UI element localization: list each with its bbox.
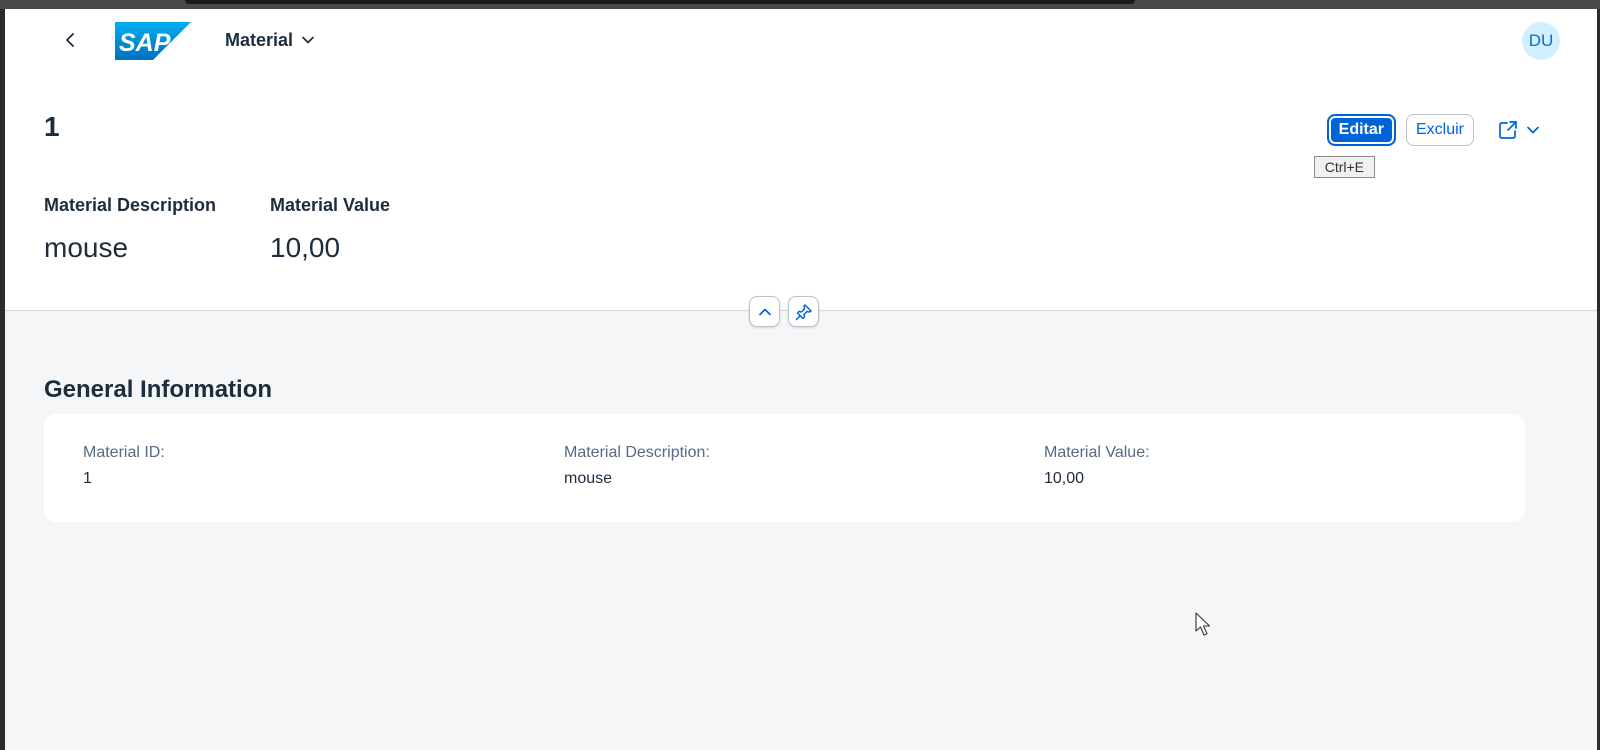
field-label: Material ID: bbox=[83, 444, 165, 461]
kpi-material-value: Material Value 10,00 bbox=[270, 195, 390, 264]
chevron-down-icon bbox=[1527, 126, 1539, 134]
share-menu-button[interactable] bbox=[1492, 114, 1546, 146]
kpi-value: 10,00 bbox=[270, 232, 341, 263]
app-window: SAP Material DU 1 Editar Excluir Ctrl+E … bbox=[5, 9, 1600, 750]
header-actions: Editar Excluir bbox=[1326, 113, 1546, 147]
back-button[interactable] bbox=[55, 24, 87, 56]
kpi-label: Material Value bbox=[270, 195, 391, 215]
general-information-card: Material ID: 1 Material Description: mou… bbox=[44, 414, 1525, 522]
field-material-id: Material ID: 1 bbox=[83, 444, 165, 488]
chevron-left-icon bbox=[66, 33, 74, 47]
edit-button-label: Editar bbox=[1338, 121, 1384, 138]
collapse-header-button[interactable] bbox=[749, 296, 780, 327]
browser-tab-bar bbox=[185, 0, 1135, 4]
kpi-material-description: Material Description mouse bbox=[44, 195, 216, 264]
kpi-value: mouse bbox=[44, 232, 129, 263]
delete-button[interactable]: Excluir bbox=[1405, 114, 1474, 146]
app-title: Material bbox=[225, 29, 294, 50]
field-label: Material Value: bbox=[1044, 444, 1150, 461]
header-toggle-buttons bbox=[749, 296, 819, 327]
field-value: mouse bbox=[564, 470, 613, 487]
browser-top-strip bbox=[0, 0, 1600, 9]
chevron-up-icon bbox=[758, 308, 771, 315]
edit-shortcut-tooltip: Ctrl+E bbox=[1313, 156, 1375, 178]
pin-icon bbox=[795, 303, 812, 320]
field-value: 10,00 bbox=[1044, 470, 1085, 487]
pin-header-button[interactable] bbox=[788, 296, 819, 327]
edit-button[interactable]: Editar bbox=[1326, 114, 1396, 146]
object-header: 1 Editar Excluir Ctrl+E Material Descrip… bbox=[5, 71, 1597, 311]
field-label: Material Description: bbox=[564, 444, 710, 461]
field-material-value: Material Value: 10,00 bbox=[1044, 444, 1150, 488]
chevron-down-icon bbox=[302, 36, 314, 44]
kpi-label: Material Description bbox=[44, 195, 217, 215]
user-avatar[interactable]: DU bbox=[1522, 22, 1560, 60]
app-title-menu[interactable]: Material bbox=[225, 27, 315, 53]
mouse-pointer-icon bbox=[1195, 612, 1211, 636]
sap-logo[interactable]: SAP bbox=[115, 22, 191, 60]
field-value: 1 bbox=[83, 470, 92, 487]
object-title: 1 bbox=[44, 111, 60, 142]
share-icon bbox=[1499, 121, 1517, 139]
shell-bar: SAP Material DU bbox=[5, 9, 1597, 71]
section-title: General Information bbox=[44, 376, 273, 403]
field-material-description: Material Description: mouse bbox=[564, 444, 710, 488]
sap-logo-text: SAP bbox=[119, 29, 171, 57]
